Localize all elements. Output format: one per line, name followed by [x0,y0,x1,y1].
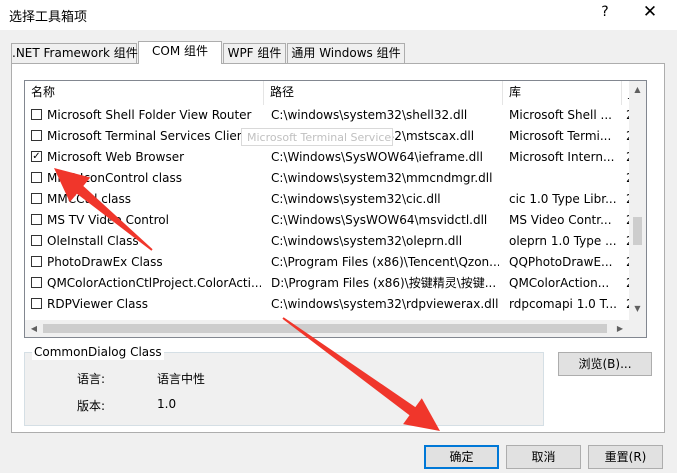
row-checkbox[interactable] [31,235,42,246]
row-name: MMCCtrl class [47,192,132,206]
horizontal-scroll-thumb[interactable] [43,324,607,333]
row-library: oleprn 1.0 Type ... [509,234,617,248]
details-title: CommonDialog Class [32,344,164,360]
row-name: Microsoft Web Browser [47,150,185,164]
window-title: 选择工具箱项 [9,10,88,25]
table-row[interactable]: ✓ Microsoft Web Browser C:\Windows\SysWOW6… [25,147,634,168]
table-row[interactable]: Microsoft Shell Folder View Router C:\win… [25,105,634,126]
row-checkbox[interactable] [31,214,42,225]
row-library: QMColorAction... [509,276,610,290]
scroll-left-icon[interactable]: ◀ [27,320,41,337]
row-name: PhotoDrawEx Class [47,255,163,269]
scroll-corner [629,320,646,337]
tab-uwp[interactable]: 通用 Windows 组件 [287,43,405,63]
vertical-scroll-thumb[interactable] [633,217,642,245]
title-bar: 选择工具箱项 ? ✕ [0,0,677,30]
browse-button[interactable]: 浏览(B)... [558,352,652,376]
version-value: 1.0 [157,397,177,411]
horizontal-scrollbar[interactable]: ◀ ▶ [25,320,629,337]
row-name: MMC IconControl class [47,171,182,185]
table-row[interactable]: MMC IconControl class C:\windows\system32… [25,168,634,189]
row-name: RDPViewer Class [47,297,148,311]
table-row[interactable]: QMColorActionCtlProject.ColorActi... D:\P… [25,273,634,294]
row-checkbox[interactable] [31,193,42,204]
column-header-path[interactable]: 路径 [264,81,503,105]
row-name: Microsoft Shell Folder View Router [47,108,252,122]
checkmark-icon[interactable]: ✓ [31,151,42,162]
row-path: C:\Windows\SysWOW64\msvidctl.dll [271,213,488,227]
row-library: Microsoft Termi... [509,129,612,143]
details-group [24,352,544,426]
row-checkbox[interactable] [31,277,42,288]
table-row[interactable]: MMCCtrl class C:\windows\system32\cic.dll… [25,189,634,210]
tab-wpf[interactable]: WPF 组件 [223,43,286,63]
row-path: C:\windows\system32\rdpviewerax.dll [271,297,499,311]
row-name: OleInstall Class [47,234,139,248]
ok-button[interactable]: 确定 [424,445,499,469]
tab-com[interactable]: COM 组件 [138,41,222,64]
table-row[interactable]: MS TV Video Control C:\Windows\SysWOW64\m… [25,210,634,231]
row-name: MS TV Video Control [47,213,169,227]
version-label: 版本: [77,399,106,413]
reset-button[interactable]: 重置(R) [588,445,663,469]
row-library: rdpcomapi 1.0 T... [509,297,617,311]
column-header-name[interactable]: 名称 [25,81,264,105]
table-row[interactable]: OleInstall Class C:\windows\system32\olep… [25,231,634,252]
row-library [509,168,619,189]
row-library: Microsoft Intern... [509,150,615,164]
language-value: 语言中性 [157,372,206,386]
column-header-library[interactable]: 库 [503,81,622,105]
list-header: 名称 路径 库 _ [25,81,634,105]
table-row[interactable]: RDPViewer Class C:\windows\system32\rdpvi… [25,294,634,315]
row-checkbox[interactable] [31,109,42,120]
close-icon[interactable]: ✕ [640,2,660,22]
name-tooltip: Microsoft Terminal Services Client Contr… [241,128,393,146]
row-checkbox[interactable] [31,298,42,309]
component-list[interactable]: 名称 路径 库 _ Microsoft Shell Folder View Ro… [24,80,647,338]
vertical-scrollbar[interactable]: ▲ ▼ [629,81,646,320]
row-path: C:\windows\system32\shell32.dll [271,108,468,122]
scroll-up-icon[interactable]: ▲ [629,83,646,97]
row-path: C:\windows\system32\mmcndmgr.dll [271,171,493,185]
scroll-right-icon[interactable]: ▶ [613,320,627,337]
row-path: C:\Program Files (x86)\Tencent\Qzon... [271,255,499,269]
row-library: Microsoft Shell ... [509,108,612,122]
table-row[interactable]: PhotoDrawEx Class C:\Program Files (x86)\… [25,252,634,273]
row-checkbox[interactable] [31,256,42,267]
row-name: Microsoft Terminal Services Client Contr… [47,129,261,143]
row-path: C:\windows\system32\oleprn.dll [271,234,463,248]
tab-net-framework[interactable]: .NET Framework 组件 [11,43,138,63]
language-label: 语言: [77,372,106,386]
row-path: C:\windows\system32\cic.dll [271,192,441,206]
help-icon[interactable]: ? [597,4,613,20]
row-checkbox[interactable] [31,130,42,141]
scroll-down-icon[interactable]: ▼ [629,302,646,316]
row-checkbox[interactable] [31,172,42,183]
cancel-button[interactable]: 取消 [506,445,581,469]
row-library: QQPhotoDrawE... [509,255,613,269]
row-path: C:\Windows\SysWOW64\ieframe.dll [271,150,483,164]
row-name: QMColorActionCtlProject.ColorActi... [47,276,261,290]
row-library: cic 1.0 Type Libr... [509,192,617,206]
row-path: D:\Program Files (x86)\按键精灵\按键... [271,276,497,290]
row-library: MS Video Contr... [509,213,612,227]
